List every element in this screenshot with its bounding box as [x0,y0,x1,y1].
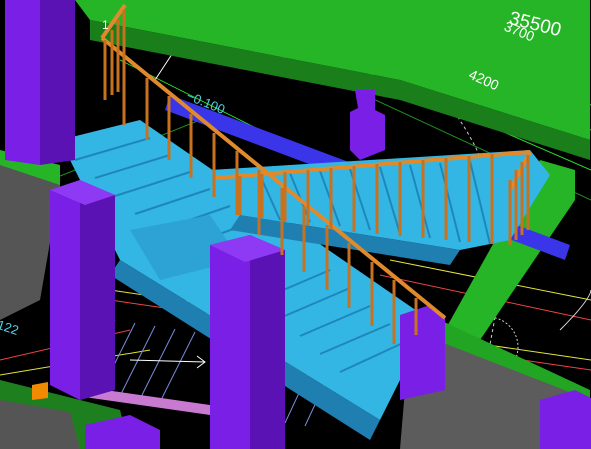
column-center [210,235,285,449]
cad-3d-viewport[interactable]: 35500 3700 4200 −0.100 122 1 [0,0,591,449]
level-marker [32,382,48,400]
column-left [50,180,115,400]
white-arc-line [559,289,591,331]
column-right-center [400,305,445,400]
stair-model-scene [0,0,591,449]
column-bottom-right [540,390,591,449]
column-capital-top [350,90,385,160]
top-left-mark: 1 [102,18,109,32]
white-leader-arrow-2 [129,355,206,369]
column-top-left [5,0,75,165]
